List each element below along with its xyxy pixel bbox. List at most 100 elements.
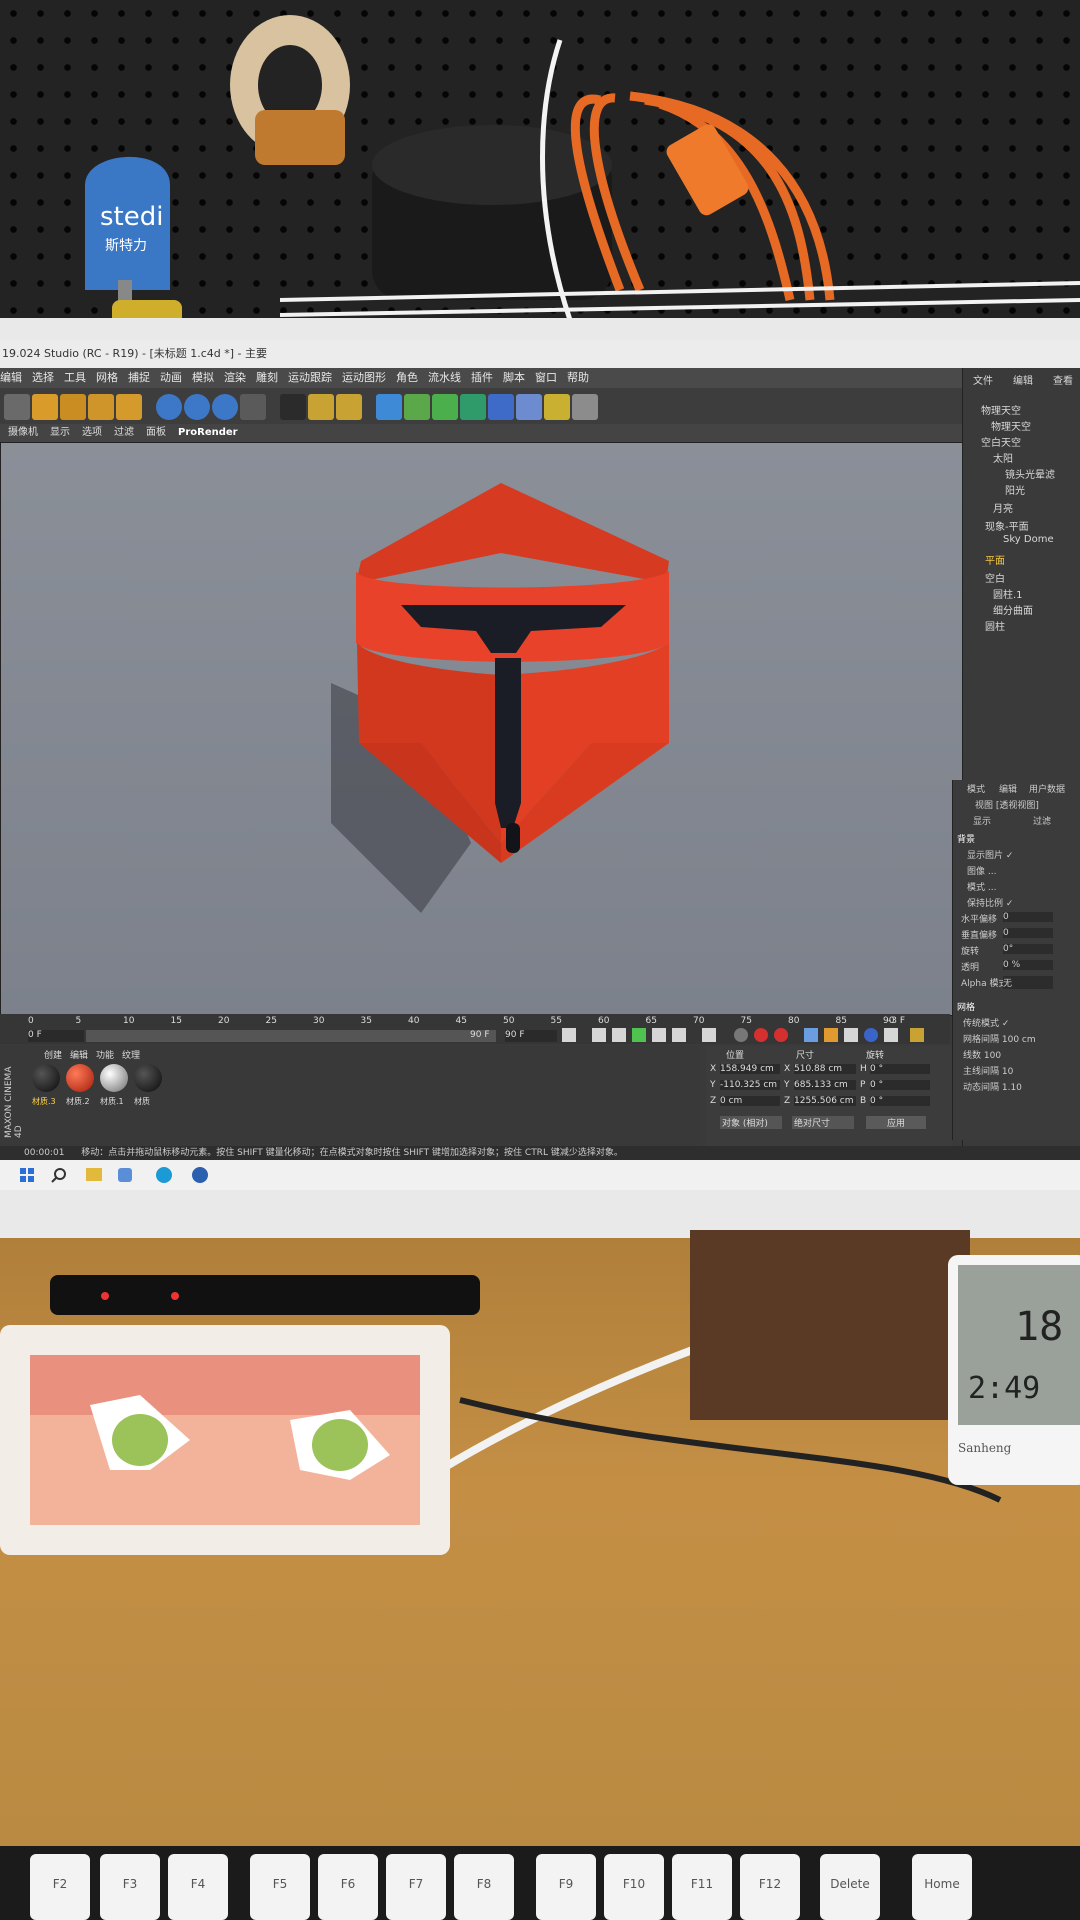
attr-row[interactable]: 图像 ...: [967, 864, 996, 877]
attr-grid-row[interactable]: 主线间隔 10: [963, 1064, 1013, 1077]
scale-key-icon[interactable]: [824, 1028, 838, 1042]
menu-item[interactable]: 流水线: [428, 371, 461, 384]
mat-tab[interactable]: 纹理: [122, 1048, 140, 1061]
om-item[interactable]: 太阳: [993, 450, 1013, 465]
coord-mode-select[interactable]: 对象 (相对): [720, 1116, 782, 1129]
attr-tab[interactable]: 模式: [967, 782, 985, 795]
material-name[interactable]: 材质.2: [66, 1096, 90, 1107]
attr-grid-row[interactable]: 线数 100: [963, 1048, 1001, 1061]
material-name[interactable]: 材质.1: [100, 1096, 124, 1107]
size-z-field[interactable]: 1255.506 cm: [794, 1096, 856, 1106]
scale-tool-icon[interactable]: [60, 394, 86, 420]
key-f10[interactable]: F10: [604, 1854, 664, 1920]
current-frame-field[interactable]: 0 F: [28, 1030, 84, 1042]
select-tool-icon[interactable]: [4, 394, 30, 420]
attr-value[interactable]: 无: [1003, 976, 1053, 989]
attr-row[interactable]: Alpha 模式: [961, 976, 1007, 989]
mat-tab[interactable]: 功能: [96, 1048, 114, 1061]
render-picture-icon[interactable]: [308, 394, 334, 420]
attr-row[interactable]: 旋转: [961, 944, 979, 957]
attr-tab[interactable]: 编辑: [999, 782, 1017, 795]
record-icon[interactable]: [754, 1028, 768, 1042]
attr-grid-row[interactable]: 网格间隔 100 cm: [963, 1032, 1036, 1045]
om-item[interactable]: 圆柱: [985, 618, 1005, 633]
mat-tab[interactable]: 创建: [44, 1048, 62, 1061]
rotate-tool-icon[interactable]: [88, 394, 114, 420]
key-f4[interactable]: F4: [168, 1854, 228, 1920]
key-f7[interactable]: F7: [386, 1854, 446, 1920]
prev-frame-icon[interactable]: [612, 1028, 626, 1042]
attr-row[interactable]: 显示图片 ✓: [967, 848, 1013, 861]
size-y-field[interactable]: 685.133 cm: [794, 1080, 856, 1090]
om-item[interactable]: 细分曲面: [993, 602, 1033, 617]
key-home[interactable]: Home: [912, 1854, 972, 1920]
menu-item[interactable]: 脚本: [503, 371, 525, 384]
move-key-icon[interactable]: [804, 1028, 818, 1042]
attr-row[interactable]: 透明: [961, 960, 979, 973]
rot-b-field[interactable]: 0 °: [870, 1096, 930, 1106]
pen-icon[interactable]: [404, 394, 430, 420]
viewport-menu-item[interactable]: ProRender: [178, 427, 238, 438]
3d-viewport[interactable]: [0, 442, 964, 1016]
key-f2[interactable]: F2: [30, 1854, 90, 1920]
z-axis-icon[interactable]: [212, 394, 238, 420]
cinema4d-taskbar-icon[interactable]: [192, 1167, 208, 1183]
om-item[interactable]: 平面: [985, 552, 1005, 567]
attr-row[interactable]: 水平偏移: [961, 912, 997, 925]
menu-item[interactable]: 编辑: [0, 371, 22, 384]
next-key-icon[interactable]: [672, 1028, 686, 1042]
pos-z-field[interactable]: 0 cm: [720, 1096, 780, 1106]
key-f8[interactable]: F8: [454, 1854, 514, 1920]
frame-range-slider[interactable]: [86, 1030, 496, 1042]
attr-row[interactable]: 模式 ...: [967, 880, 996, 893]
om-item[interactable]: 物理天空: [991, 418, 1031, 433]
autokey-icon[interactable]: [774, 1028, 788, 1042]
key-f6[interactable]: F6: [318, 1854, 378, 1920]
apply-button[interactable]: 应用: [866, 1116, 926, 1129]
key-f9[interactable]: F9: [536, 1854, 596, 1920]
render-view-icon[interactable]: [280, 394, 306, 420]
om-item[interactable]: 物理天空: [981, 402, 1021, 417]
material-name[interactable]: 材质: [134, 1096, 150, 1107]
timeline[interactable]: 0 5 10 15 20 25 30 35 40 45 50 55 60 65 70 75 80 85 90 -3 …: [0, 1014, 950, 1044]
key-f5[interactable]: F5: [250, 1854, 310, 1920]
menu-item[interactable]: 渲染: [224, 371, 246, 384]
key-f12[interactable]: F12: [740, 1854, 800, 1920]
rotate-key-icon[interactable]: [844, 1028, 858, 1042]
file-explorer-icon[interactable]: [86, 1168, 102, 1181]
material-name[interactable]: 材质.3: [32, 1096, 56, 1107]
cloner-icon[interactable]: [460, 394, 486, 420]
menu-item[interactable]: 雕刻: [256, 371, 278, 384]
attr-subtab[interactable]: 显示: [973, 814, 991, 827]
om-item[interactable]: 空白: [985, 570, 1005, 585]
x-axis-icon[interactable]: [156, 394, 182, 420]
play-icon[interactable]: [632, 1028, 646, 1042]
menu-item[interactable]: 模拟: [192, 371, 214, 384]
menu-item[interactable]: 网格: [96, 371, 118, 384]
attr-value[interactable]: 0 %: [1003, 960, 1053, 970]
menu-item[interactable]: 运动图形: [342, 371, 386, 384]
material-swatch[interactable]: [66, 1064, 94, 1092]
menu-item[interactable]: 角色: [396, 371, 418, 384]
subdivision-icon[interactable]: [432, 394, 458, 420]
edge-browser-icon[interactable]: [156, 1167, 172, 1183]
menu-item[interactable]: 插件: [471, 371, 493, 384]
key-f3[interactable]: F3: [100, 1854, 160, 1920]
size-mode-select[interactable]: 绝对尺寸: [792, 1116, 854, 1129]
menu-item[interactable]: 帮助: [567, 371, 589, 384]
viewport-menu-item[interactable]: 过滤: [114, 427, 134, 438]
menu-item[interactable]: 运动跟踪: [288, 371, 332, 384]
menu-item[interactable]: 选择: [32, 371, 54, 384]
viewport-menu-item[interactable]: 选项: [82, 427, 102, 438]
menu-item[interactable]: 捕捉: [128, 371, 150, 384]
y-axis-icon[interactable]: [184, 394, 210, 420]
attr-value[interactable]: 0: [1003, 912, 1053, 922]
attr-value[interactable]: 0: [1003, 928, 1053, 938]
windows-start-icon[interactable]: [20, 1168, 34, 1182]
floor-icon[interactable]: [516, 394, 542, 420]
camera-icon[interactable]: [544, 394, 570, 420]
deformer-icon[interactable]: [488, 394, 514, 420]
prev-key-icon[interactable]: [592, 1028, 606, 1042]
search-icon[interactable]: [51, 1168, 66, 1183]
param-key-icon[interactable]: [864, 1028, 878, 1042]
